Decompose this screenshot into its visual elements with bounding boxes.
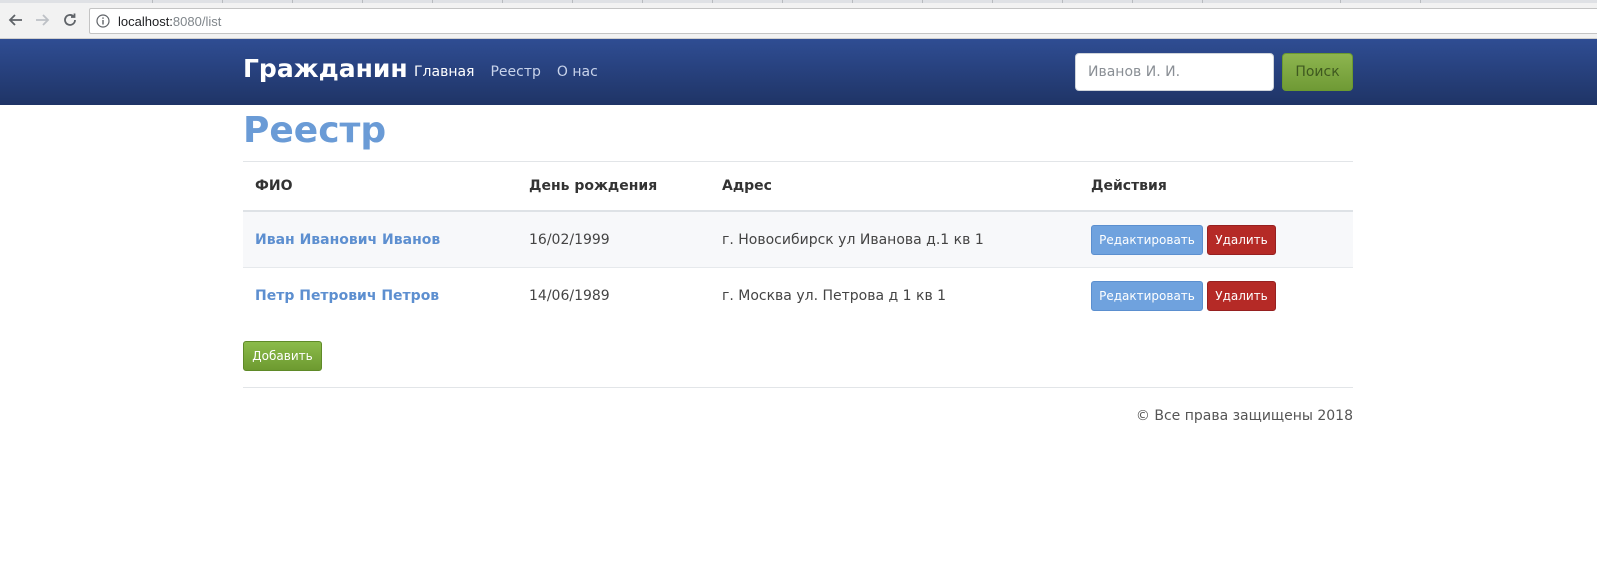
edit-button[interactable]: Редактировать [1091,224,1203,255]
actions-cell: Редактировать Удалить [1091,268,1280,324]
search-input[interactable] [1075,53,1274,91]
nav-link-about[interactable]: О нас [557,64,598,80]
edit-button[interactable]: Редактировать [1091,281,1203,311]
reload-button[interactable] [58,8,82,32]
nav-links: Главная Реестр О нас [414,64,598,80]
table-header-row: ФИО День рождения Адрес Действия [243,162,1353,212]
column-header-address: Адрес [722,178,772,194]
registry-table: ФИО День рождения Адрес Действия Иван Ив… [243,162,1353,324]
table-row: Иван Иванович Иванов 16/02/1999 г. Новос… [243,212,1353,268]
footer-copyright: © Все права защищены 2018 [1135,408,1353,424]
birthday-cell: 14/06/1989 [529,288,610,304]
forward-button[interactable] [30,8,54,32]
column-header-actions: Действия [1091,178,1167,194]
reload-icon [64,13,76,26]
url-host: localhost: [118,13,173,29]
actions-cell: Редактировать Удалить [1091,212,1280,267]
address-bar[interactable]: localhost:8080/list [89,8,1597,34]
person-name[interactable]: Иван Иванович Иванов [255,232,440,248]
nav-link-home[interactable]: Главная [414,64,474,80]
address-cell: г. Москва ул. Петрова д 1 кв 1 [722,288,947,304]
person-name-link[interactable]: Петр Петрович Петров [255,268,439,324]
column-header-name: ФИО [255,178,293,194]
footer-divider [243,387,1353,388]
delete-button[interactable]: Удалить [1207,224,1276,255]
delete-button[interactable]: Удалить [1207,281,1276,311]
nav-link-registry[interactable]: Реестр [490,64,540,80]
page-title: Реестр [243,110,387,151]
column-header-birthday: День рождения [529,178,658,194]
url-text: localhost:8080/list [118,14,221,29]
back-button[interactable] [4,8,28,32]
arrow-left-icon [8,14,22,26]
person-name-link[interactable]: Иван Иванович Иванов [255,212,440,267]
address-cell: г. Новосибирск ул Иванова д.1 кв 1 [722,231,984,248]
navbar: Гражданин Главная Реестр О нас Поиск [0,39,1597,105]
birthday-cell: 16/02/1999 [529,231,610,248]
search-button[interactable]: Поиск [1282,53,1353,91]
url-path: 8080/list [172,13,222,29]
arrow-right-icon [36,14,50,26]
person-name[interactable]: Петр Петрович Петров [255,288,439,304]
table-row: Петр Петрович Петров 14/06/1989 г. Москв… [243,268,1353,324]
brand-logo[interactable]: Гражданин [243,54,408,83]
add-button[interactable]: Добавить [243,341,322,371]
info-icon[interactable] [96,14,110,28]
browser-toolbar: localhost:8080/list [0,3,1597,39]
